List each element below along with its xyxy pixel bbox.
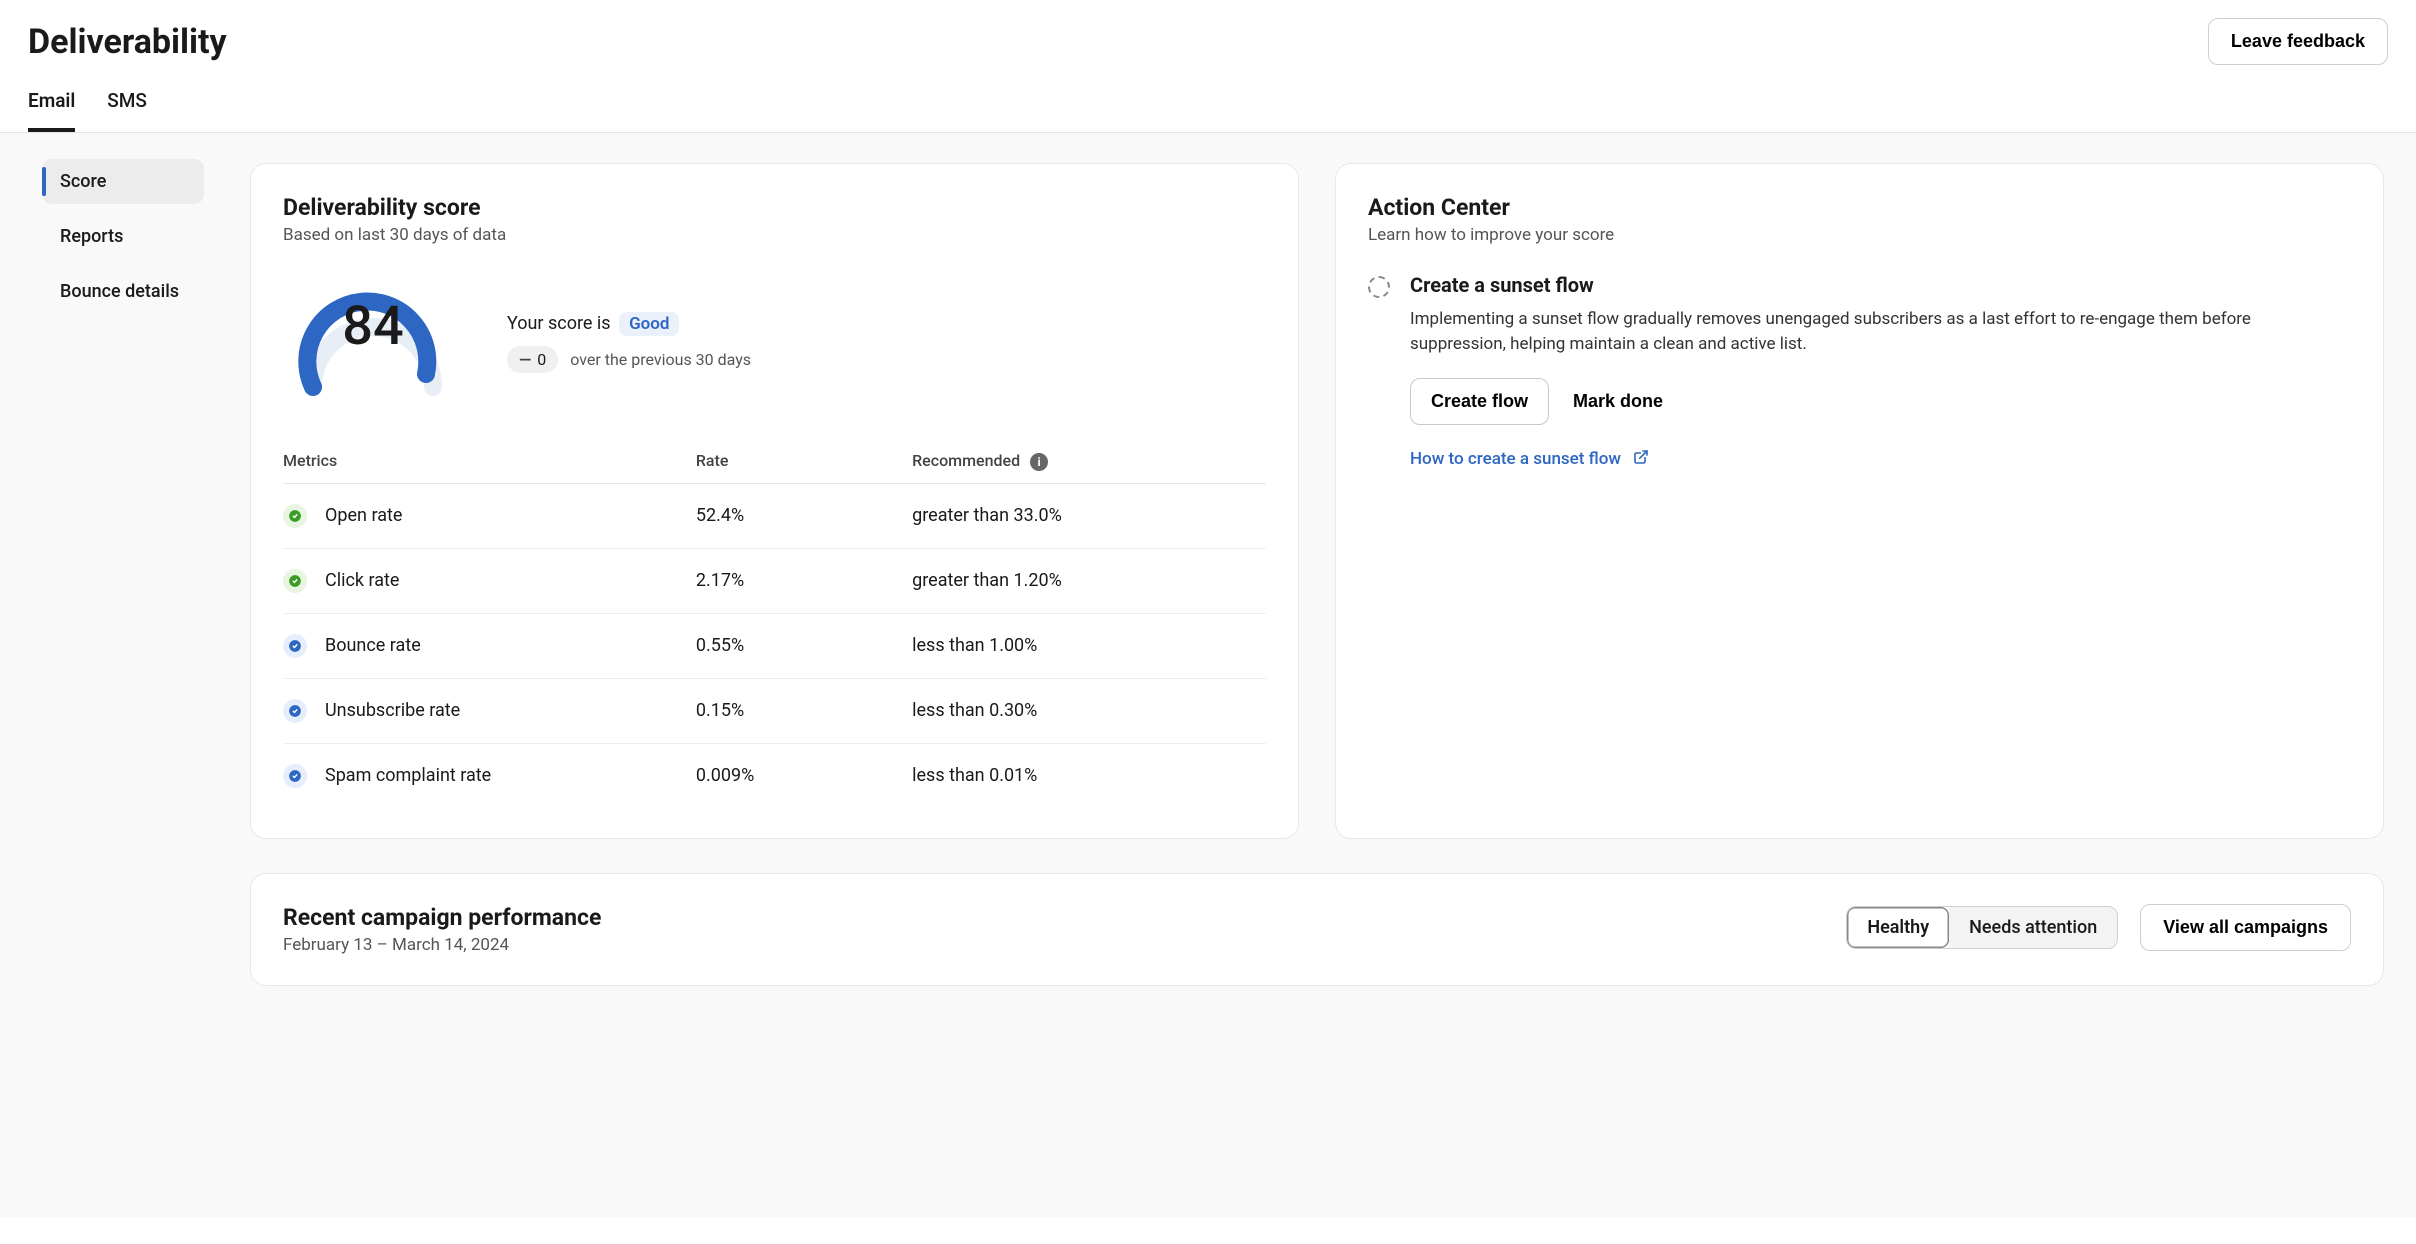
how-to-link[interactable]: How to create a sunset flow [1410,449,1649,469]
metrics-table: Metrics Rate Recommended i Open rate 52.4… [283,439,1266,808]
metric-rate: 0.55% [696,613,912,678]
seg-needs-attention[interactable]: Needs attention [1949,907,2117,948]
score-card-title: Deliverability score [283,194,1266,221]
incomplete-status-icon [1368,276,1390,298]
sidebar: Score Reports Bounce details [0,133,230,1217]
score-delta-suffix: over the previous 30 days [570,350,751,369]
page-title: Deliverability [28,22,227,62]
score-status-line: Your score is Good [507,312,751,336]
col-recommended: Recommended i [912,439,1266,483]
external-link-icon [1633,449,1649,470]
table-row: Click rate 2.17%greater than 1.20% [283,548,1266,613]
metric-name: Spam complaint rate [325,765,491,786]
seg-healthy[interactable]: Healthy [1847,907,1949,948]
action-center-card: Action Center Learn how to improve your … [1335,163,2384,839]
metric-recommended: less than 0.30% [912,678,1266,743]
metric-rate: 0.15% [696,678,912,743]
score-card-subtitle: Based on last 30 days of data [283,225,1266,245]
metric-rate: 0.009% [696,743,912,808]
score-status-badge: Good [619,312,679,336]
metric-rate: 52.4% [696,483,912,548]
mark-done-button[interactable]: Mark done [1573,391,1663,412]
score-gauge: 84 [283,267,463,417]
status-check-icon [283,699,307,723]
metric-name: Bounce rate [325,635,421,656]
table-row: Spam complaint rate 0.009%less than 0.01% [283,743,1266,808]
delta-neutral-icon: — [519,350,531,369]
table-row: Open rate 52.4%greater than 33.0% [283,483,1266,548]
sidebar-item-reports[interactable]: Reports [42,214,204,259]
recent-title: Recent campaign performance [283,904,601,931]
metric-name: Open rate [325,505,402,526]
recent-date-range: February 13 – March 14, 2024 [283,935,601,955]
col-rate: Rate [696,439,912,483]
table-row: Bounce rate 0.55%less than 1.00% [283,613,1266,678]
metric-recommended: less than 1.00% [912,613,1266,678]
metric-recommended: less than 0.01% [912,743,1266,808]
recent-campaign-card: Recent campaign performance February 13 … [250,873,2384,986]
status-check-icon [283,634,307,658]
sidebar-item-bounce-details[interactable]: Bounce details [42,269,204,314]
action-center-title: Action Center [1368,194,2351,221]
view-all-campaigns-button[interactable]: View all campaigns [2140,904,2351,951]
channel-tabs: Email SMS [0,65,2416,133]
score-delta-value: 0 [537,350,546,369]
table-row: Unsubscribe rate 0.15%less than 0.30% [283,678,1266,743]
create-flow-button[interactable]: Create flow [1410,378,1549,425]
status-check-icon [283,764,307,788]
metric-name: Unsubscribe rate [325,700,460,721]
metric-recommended: greater than 1.20% [912,548,1266,613]
status-check-icon [283,504,307,528]
action-item-title: Create a sunset flow [1410,273,2351,297]
col-metrics: Metrics [283,439,696,483]
deliverability-score-card: Deliverability score Based on last 30 da… [250,163,1299,839]
score-delta-pill: — 0 [507,346,558,373]
leave-feedback-button[interactable]: Leave feedback [2208,18,2388,65]
score-status-prefix: Your score is [507,313,611,334]
score-number: 84 [283,295,463,358]
info-icon[interactable]: i [1030,453,1048,471]
health-segmented-control: Healthy Needs attention [1846,906,2118,949]
metric-name: Click rate [325,570,399,591]
metric-recommended: greater than 33.0% [912,483,1266,548]
action-center-subtitle: Learn how to improve your score [1368,225,2351,245]
sidebar-item-score[interactable]: Score [42,159,204,204]
metric-rate: 2.17% [696,548,912,613]
action-item-description: Implementing a sunset flow gradually rem… [1410,307,2351,356]
tab-sms[interactable]: SMS [107,89,147,132]
tab-email[interactable]: Email [28,89,75,132]
status-check-icon [283,569,307,593]
